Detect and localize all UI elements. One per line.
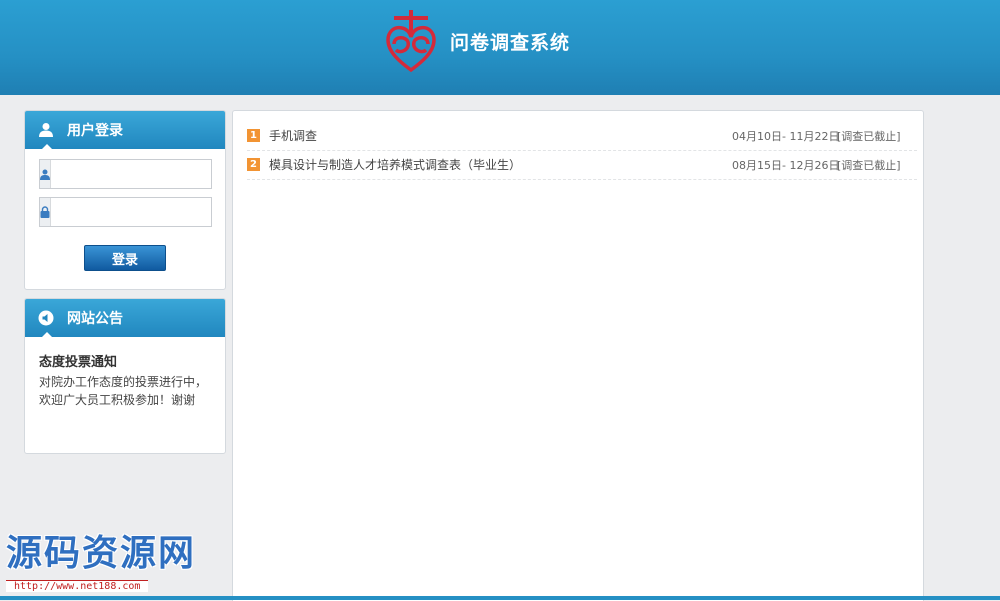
- heart-knot-logo-icon: [386, 10, 436, 73]
- survey-date-range: 08月15日- 12月26日: [732, 158, 840, 172]
- login-button[interactable]: 登录: [84, 245, 166, 271]
- lock-icon: [40, 198, 51, 226]
- user-icon: [35, 119, 57, 141]
- notice-body: 对院办工作态度的投票进行中，欢迎广大员工积极参加！谢谢: [39, 375, 208, 407]
- watermark-url: http://www.net188.com: [6, 580, 149, 592]
- login-panel-title: 用户登录: [67, 123, 123, 139]
- header-notch: [41, 332, 53, 338]
- survey-title-link[interactable]: 手机调查: [269, 127, 732, 144]
- watermark-text: 源码资源网: [6, 533, 197, 574]
- username-field: [39, 159, 225, 189]
- survey-status[interactable]: [调查已截止]: [837, 157, 911, 173]
- survey-list-panel: 1 手机调查 04月10日- 11月22日 [调查已截止] 2 模具设计与制造人…: [232, 110, 924, 601]
- survey-row: 2 模具设计与制造人才培养模式调查表（毕业生） 08月15日- 12月26日 […: [247, 150, 917, 180]
- username-input[interactable]: [51, 162, 225, 186]
- password-field: [39, 197, 225, 227]
- speaker-icon: [35, 307, 57, 329]
- username-user-icon: [40, 160, 51, 188]
- login-panel: 用户登录 登录: [24, 110, 226, 290]
- survey-date-range: 04月10日- 11月22日: [732, 129, 840, 143]
- password-input[interactable]: [51, 200, 225, 224]
- login-panel-header: 用户登录: [25, 111, 225, 150]
- notice-panel: 网站公告 态度投票通知 对院办工作态度的投票进行中，欢迎广大员工积极参加！谢谢: [24, 298, 226, 454]
- survey-status[interactable]: [调查已截止]: [837, 128, 911, 144]
- header-bar: 问卷调查系统: [0, 0, 1000, 95]
- notice-panel-header: 网站公告: [25, 299, 225, 338]
- header-notch: [41, 144, 53, 150]
- survey-number-badge: 2: [247, 158, 260, 171]
- notice-panel-title: 网站公告: [67, 311, 123, 327]
- survey-row: 1 手机调查 04月10日- 11月22日 [调查已截止]: [247, 121, 917, 151]
- site-logo[interactable]: 问卷调查系统: [382, 6, 570, 76]
- watermark: 源码资源网 http://www.net188.com: [6, 534, 196, 593]
- survey-title-link[interactable]: 模具设计与制造人才培养模式调查表（毕业生）: [269, 156, 732, 173]
- site-title: 问卷调查系统: [450, 31, 571, 54]
- footer-bar: [0, 596, 1000, 600]
- survey-number-badge: 1: [247, 129, 260, 142]
- notice-heading[interactable]: 态度投票通知: [39, 351, 117, 370]
